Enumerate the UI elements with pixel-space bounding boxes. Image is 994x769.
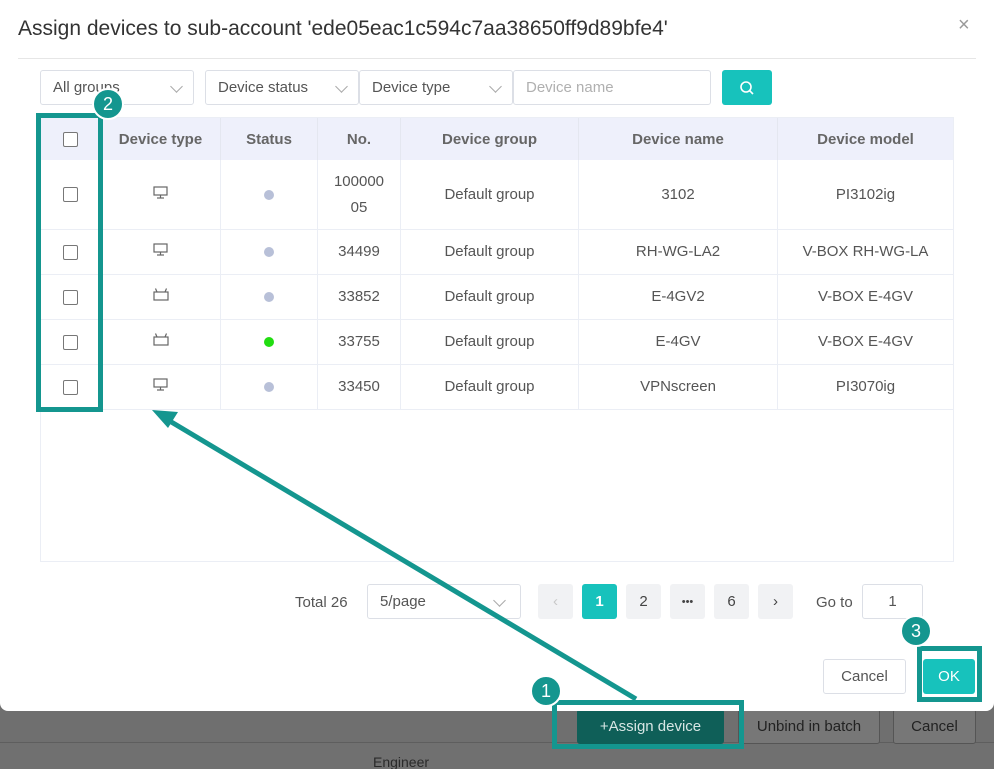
annotation-highlight-assign (552, 700, 744, 749)
annotation-badge-3: 3 (900, 615, 932, 647)
annotation-highlight-checkboxes (36, 113, 103, 412)
annotation-arrow (152, 410, 638, 702)
annotation-highlight-ok (917, 646, 982, 702)
annotation-badge-2: 2 (92, 88, 124, 120)
annotation-badge-1: 1 (530, 675, 562, 707)
